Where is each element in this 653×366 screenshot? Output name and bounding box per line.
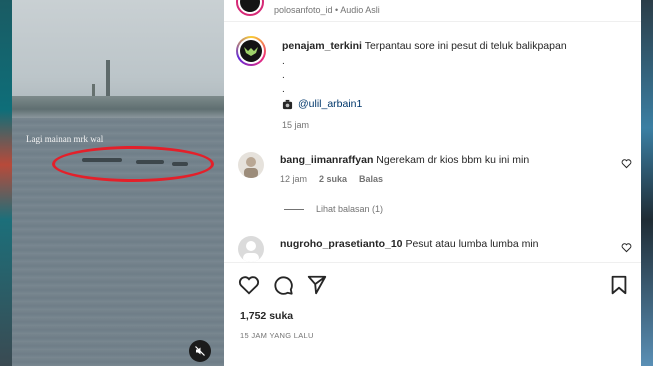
heart-icon[interactable]: [238, 274, 260, 296]
video-shoreline: [12, 96, 224, 118]
caption-dot: .: [282, 84, 285, 95]
backdrop-right: [641, 0, 653, 366]
mention-link[interactable]: @ulil_arbain1: [298, 98, 362, 110]
post-header-meta[interactable]: polosanfoto_id • Audio Asli: [274, 5, 380, 15]
action-bar: [238, 274, 630, 298]
caption-time: 15 jam: [282, 120, 310, 130]
caption-dot: .: [282, 56, 285, 67]
comment-text: nugroho_prasetianto_10 Pesut atau lumba …: [280, 238, 539, 250]
comment-avatar[interactable]: [238, 236, 264, 262]
comment-username[interactable]: nugroho_prasetianto_10: [280, 238, 403, 250]
author-avatar[interactable]: [236, 0, 264, 16]
caption-avatar[interactable]: [236, 36, 266, 66]
heart-icon[interactable]: [621, 242, 632, 253]
reply-button[interactable]: Balas: [359, 174, 383, 184]
send-icon[interactable]: [306, 274, 328, 296]
actions-divider: [224, 262, 641, 263]
bookmark-icon[interactable]: [608, 274, 630, 296]
caption-text: penajam_terkini Terpantau sore ini pesut…: [282, 40, 632, 53]
posted-ago: 15 JAM YANG LALU: [240, 331, 314, 340]
video-sky: [12, 0, 224, 110]
comment-text: bang_iimanraffyan Ngerekam dr kios bbm k…: [280, 154, 529, 166]
header-divider: [224, 21, 641, 22]
backdrop-left: [0, 0, 12, 366]
comment-avatar[interactable]: [238, 152, 264, 178]
caption-mention[interactable]: @ulil_arbain1: [282, 98, 362, 110]
post-header: polosanfoto_id • Audio Asli: [236, 0, 380, 16]
comment-username[interactable]: bang_iimanraffyan: [280, 154, 373, 166]
eagle-logo-icon: [244, 47, 258, 56]
comment-body: Pesut atau lumba lumba min: [405, 238, 539, 250]
caption-body: Terpantau sore ini pesut di teluk balikp…: [364, 40, 567, 52]
caption-username[interactable]: penajam_terkini: [282, 40, 362, 52]
video-overlay-caption: Lagi mainan mrk wal: [26, 134, 104, 144]
heart-icon[interactable]: [621, 158, 632, 169]
comment-time: 12 jam: [280, 174, 308, 184]
speaker-muted-icon: [195, 346, 205, 356]
camera-person-emoji-icon: [282, 99, 293, 109]
view-replies-label: Lihat balasan (1): [316, 204, 384, 214]
default-avatar-icon: [243, 241, 259, 262]
user-photo-icon: [244, 157, 258, 178]
reel-video[interactable]: Lagi mainan mrk wal: [12, 0, 224, 366]
view-replies-line: [284, 208, 304, 210]
caption-dot: .: [282, 70, 285, 81]
comment-body: Ngerekam dr kios bbm ku ini min: [376, 154, 530, 166]
mute-button[interactable]: [189, 340, 211, 362]
comment-actions: 12 jam 2 suka Balas: [280, 174, 383, 184]
comment-icon[interactable]: [272, 274, 294, 296]
likes-count[interactable]: 1,752 suka: [240, 310, 293, 322]
comment-likes[interactable]: 2 suka: [319, 174, 347, 184]
comments-panel: polosanfoto_id • Audio Asli penajam_terk…: [224, 0, 641, 366]
view-replies-button[interactable]: Lihat balasan (1): [284, 204, 383, 214]
highlight-ellipse: [52, 146, 214, 182]
